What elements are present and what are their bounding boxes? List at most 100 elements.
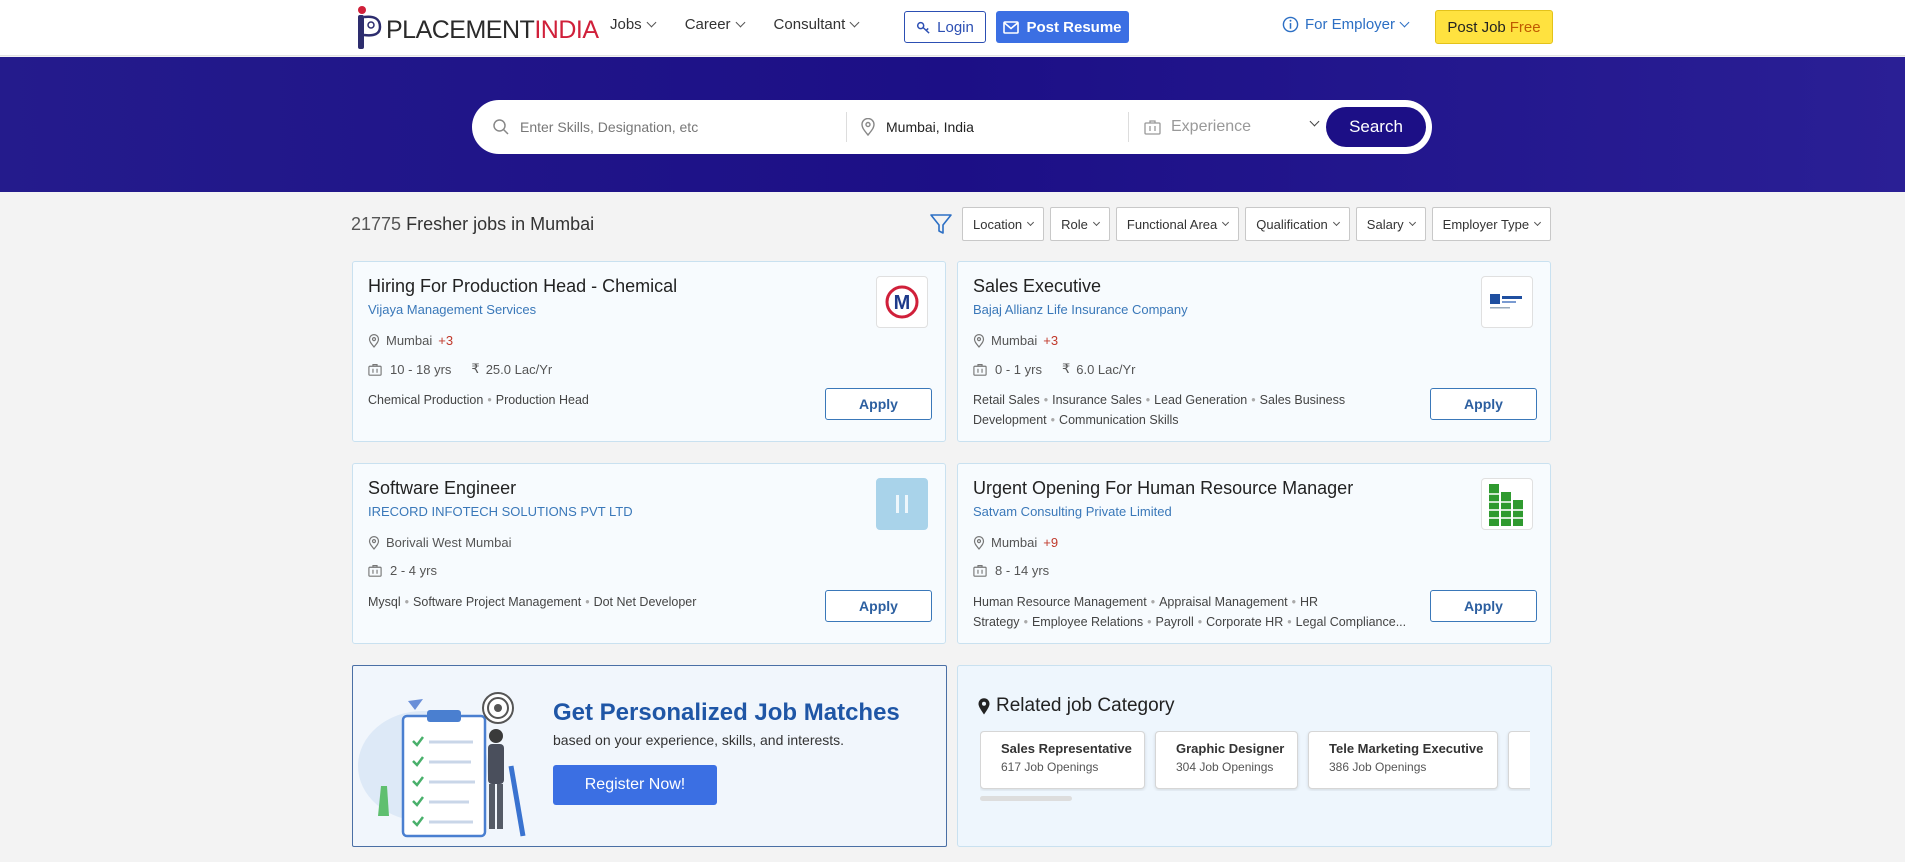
register-now-button[interactable]: Register Now! [553,765,717,805]
salary: ₹25.0 Lac/Yr [471,361,552,377]
more-locations[interactable]: +3 [438,333,453,348]
job-location: Mumbai +3 [368,333,453,348]
job-location: Mumbai +9 [973,535,1058,550]
job-meta: 8 - 14 yrs [973,563,1049,578]
briefcase-icon [973,565,987,577]
job-location: Borivali West Mumbai [368,535,511,550]
results-title: Fresher jobs in Mumbai [406,214,595,234]
location-text: Mumbai [991,333,1038,348]
filter-bar: Location Role Functional Area Qualificat… [962,207,1552,241]
category-card-partial[interactable] [1508,731,1530,789]
chevron-down-icon [1332,218,1340,227]
chevron-down-icon [646,17,657,28]
job-card[interactable]: Software Engineer IRECORD INFOTECH SOLUT… [352,463,946,644]
filter-salary[interactable]: Salary [1355,207,1426,241]
category-count: 617 Job Openings [1001,760,1099,774]
skills-list: Chemical Production • Production Head [368,393,589,407]
skill-tag: Retail Sales [973,393,1040,407]
job-card[interactable]: Hiring For Production Head - Chemical Vi… [352,261,946,442]
post-job-free-button[interactable]: Post Job Free [1435,10,1553,44]
divider [1128,112,1129,142]
job-meta: 0 - 1 yrs ₹6.0 Lac/Yr [973,361,1136,377]
nav-jobs[interactable]: Jobs [610,16,657,33]
company-logo [1481,478,1533,530]
category-card[interactable]: Graphic Designer 304 Job Openings [1155,731,1298,789]
category-carousel[interactable]: Sales Representative 617 Job Openings Gr… [980,731,1530,791]
more-locations[interactable]: +9 [1043,535,1058,550]
chevron-down-icon [1399,17,1410,28]
chevron-down-icon [1309,116,1320,127]
filter-role[interactable]: Role [1050,207,1110,241]
salary-text: 25.0 Lac/Yr [485,361,553,377]
skill-tag: Corporate HR [1206,615,1284,629]
skill-tag: Lead Generation [1154,393,1248,407]
location-pin-icon [973,535,985,550]
site-logo[interactable]: PLACEMENTINDIA [350,2,599,52]
top-header: PLACEMENTINDIA Jobs Career Consultant Lo… [0,0,1905,56]
carousel-scrollbar[interactable] [980,796,1072,801]
filter-qualification[interactable]: Qualification [1245,207,1350,241]
login-button[interactable]: Login [904,11,986,43]
more-locations[interactable]: +3 [1043,333,1058,348]
experience-placeholder: Experience [1171,118,1252,135]
experience-text: 0 - 1 yrs [995,361,1042,377]
location-text: Borivali West Mumbai [386,535,512,550]
company-name[interactable]: Vijaya Management Services [368,302,536,317]
apply-button[interactable]: Apply [825,388,932,420]
filter-employer-type[interactable]: Employer Type [1431,207,1552,241]
logo-text: PLACEMENTINDIA [386,15,599,44]
skill-tag: Chemical Production [368,393,484,407]
job-card[interactable]: Sales Executive Bajaj Allianz Life Insur… [957,261,1551,442]
apply-button[interactable]: Apply [825,590,932,622]
skills-field[interactable] [492,100,852,154]
location-pin-icon [973,333,985,348]
skill-tag: Communication Skills [1059,413,1179,427]
filter-location[interactable]: Location [962,207,1045,241]
nav-career[interactable]: Career [685,16,745,33]
company-logo-icon [896,495,908,513]
job-title[interactable]: Software Engineer [368,478,516,499]
briefcase-icon [368,565,382,577]
skills-input[interactable] [520,119,852,135]
location-pin-icon [368,333,380,348]
filter-icon[interactable] [929,212,953,236]
location-input[interactable] [886,119,1140,135]
for-employer-menu[interactable]: For Employer [1282,16,1410,33]
skill-tag: Insurance Sales [1052,393,1142,407]
location-text: Mumbai [991,535,1038,550]
category-name: Sales Representative [1001,741,1132,756]
company-name[interactable]: Satvam Consulting Private Limited [973,504,1172,519]
job-match-promo: Get Personalized Job Matches based on yo… [352,665,947,847]
skill-tag: Human Resource Management [973,595,1147,609]
nav-consultant[interactable]: Consultant [774,16,860,33]
job-card[interactable]: Urgent Opening For Human Resource Manage… [957,463,1551,644]
post-resume-button[interactable]: Post Resume [996,11,1129,43]
location-pin-icon [861,118,875,136]
location-field[interactable] [860,100,1140,154]
job-title[interactable]: Urgent Opening For Human Resource Manage… [973,478,1353,499]
job-title[interactable]: Hiring For Production Head - Chemical [368,276,677,297]
search-icon [493,119,509,135]
search-button[interactable]: Search [1326,107,1426,147]
experience-text: 10 - 18 yrs [390,361,452,377]
category-card[interactable]: Tele Marketing Executive 386 Job Opening… [1308,731,1498,789]
svg-text:M: M [894,292,911,314]
results-heading: 21775 Fresher jobs in Mumbai [351,214,594,235]
skills-list: Mysql • Software Project Management • Dot Ne… [368,595,697,609]
filter-functional-area[interactable]: Functional Area [1115,207,1240,241]
salary: ₹6.0 Lac/Yr [1062,361,1136,377]
job-title[interactable]: Sales Executive [973,276,1101,297]
apply-button[interactable]: Apply [1430,590,1537,622]
experience-text: 8 - 14 yrs [995,563,1050,578]
company-name[interactable]: Bajaj Allianz Life Insurance Company [973,302,1188,317]
category-card[interactable]: Sales Representative 617 Job Openings [980,731,1145,789]
promo-title: Get Personalized Job Matches [553,699,900,726]
briefcase-icon [1144,120,1161,135]
chevron-down-icon [1408,218,1416,227]
experience-select[interactable]: Experience [1144,100,1324,154]
apply-button[interactable]: Apply [1430,388,1537,420]
clipboard-target-illustration [358,692,526,838]
company-name[interactable]: IRECORD INFOTECH SOLUTIONS PVT LTD [368,504,633,519]
rupee-icon: ₹ [1061,361,1071,376]
briefcase-icon [368,363,382,376]
